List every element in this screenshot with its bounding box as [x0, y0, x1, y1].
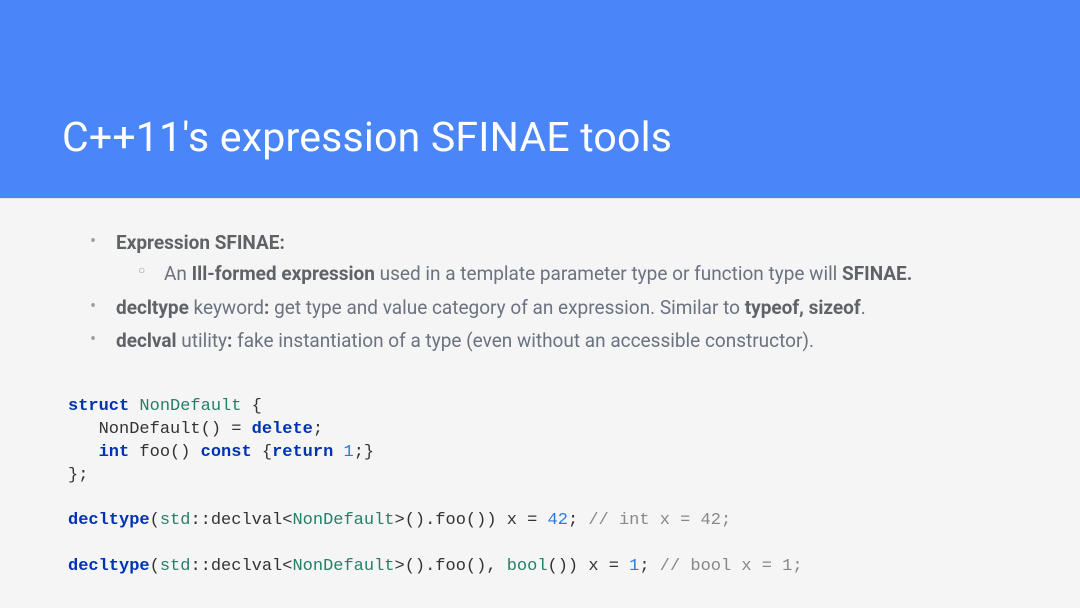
slide-title: C++11's expression SFINAE tools [62, 114, 672, 162]
text-bold: declval [116, 329, 177, 352]
code-type: bool [507, 557, 548, 576]
text: utility [177, 329, 227, 352]
text: fake instantiation of a type (even witho… [232, 329, 814, 352]
text: . [861, 296, 866, 319]
code-text: { [252, 443, 272, 462]
code-kw: struct [68, 397, 129, 416]
bullet-2: decltype keyword: get type and value cat… [68, 293, 1012, 322]
code-text: ; [568, 511, 588, 530]
code-text: ( [150, 557, 160, 576]
code-type: NonDefault [292, 511, 394, 530]
code-num: 1 [343, 443, 353, 462]
code-num: 1 [629, 557, 639, 576]
slide-body: Expression SFINAE: An Ill-formed express… [0, 198, 1080, 579]
code-kw: return [272, 443, 333, 462]
code-text: ; [313, 420, 323, 439]
text: get type and value category of an expres… [269, 296, 744, 319]
code-kw: int [99, 443, 130, 462]
bullet-3: declval utility: fake instantiation of a… [68, 326, 1012, 355]
code-ns: std [160, 511, 191, 530]
code-comment: // bool x = 1; [660, 557, 803, 576]
code-text: ( [150, 511, 160, 530]
code-kw: decltype [68, 557, 150, 576]
code-text: >().foo(), [395, 557, 507, 576]
code-text: ;} [354, 443, 374, 462]
code-num: 42 [548, 511, 568, 530]
code-text: NonDefault() = [68, 420, 252, 439]
text: An [164, 262, 192, 285]
code-ns: std [160, 557, 191, 576]
code-text [333, 443, 343, 462]
bullet-1-label: Expression SFINAE: [116, 231, 285, 254]
code-kw: decltype [68, 511, 150, 530]
code-block: struct NonDefault { NonDefault() = delet… [68, 396, 1012, 580]
code-type: NonDefault [292, 557, 394, 576]
code-text: :: [190, 557, 210, 576]
bullet-1-sublist: An Ill-formed expression used in a templ… [116, 259, 1012, 288]
code-text: >().foo()) x = [395, 511, 548, 530]
text-bold: decltype [116, 296, 189, 319]
code-text: declval< [211, 511, 293, 530]
text: keyword [189, 296, 264, 319]
bullet-1a: An Ill-formed expression used in a templ… [116, 259, 1012, 288]
bullet-list: Expression SFINAE: An Ill-formed express… [68, 228, 1012, 356]
code-kw: delete [252, 420, 313, 439]
title-bar: C++11's expression SFINAE tools [0, 0, 1080, 198]
code-text: ; [639, 557, 659, 576]
code-comment: // int x = 42; [588, 511, 731, 530]
text-bold: typeof, sizeof [745, 296, 861, 319]
slide: C++11's expression SFINAE tools Expressi… [0, 0, 1080, 608]
text: used in a template parameter type or fun… [375, 262, 842, 285]
code-text [68, 443, 99, 462]
code-kw: const [201, 443, 252, 462]
code-text: declval< [211, 557, 293, 576]
text-bold: Ill-formed expression [192, 262, 375, 285]
bullet-1: Expression SFINAE: An Ill-formed express… [68, 228, 1012, 289]
code-type: NonDefault [139, 397, 241, 416]
code-text: ()) x = [548, 557, 630, 576]
code-text: }; [68, 466, 88, 485]
code-text: foo() [129, 443, 200, 462]
code-text: :: [190, 511, 210, 530]
code-text: { [241, 397, 261, 416]
text-bold: SFINAE. [842, 262, 912, 285]
